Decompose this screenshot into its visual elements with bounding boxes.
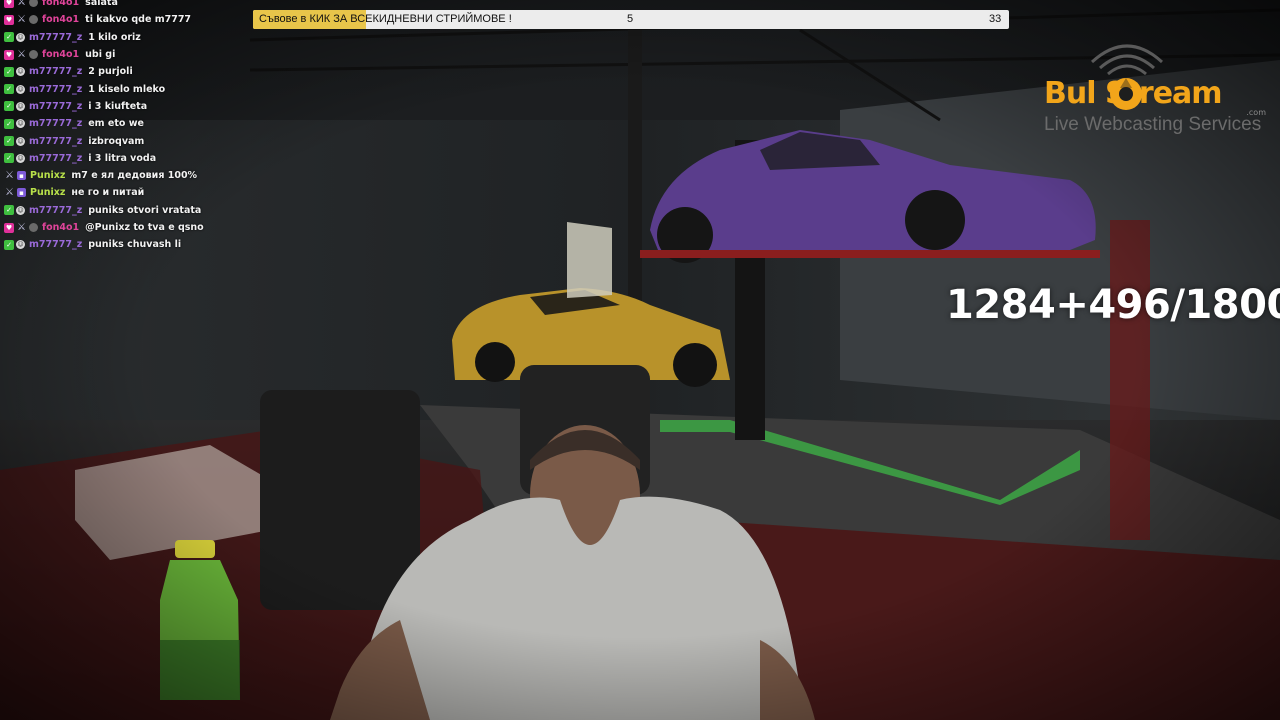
verified-badge-icon: ✓ [4,84,14,95]
chat-text: ubi gi [85,49,116,61]
chat-username[interactable]: fon4o1 [42,0,79,8]
heart-badge-icon: ♥ [4,222,14,233]
chat-username[interactable]: m77777_z [29,84,82,95]
verified-badge-icon: ✓ [4,118,14,129]
emote-badge-icon: ☺ [16,32,25,42]
chat-message: ✓ ☺ m77777_z puniks chuvash li [4,236,244,253]
aperture-icon [1110,78,1142,110]
heart-badge-icon: ♥ [4,49,14,60]
chat-username[interactable]: m77777_z [29,118,82,129]
moderator-badge-icon [29,0,38,8]
chat-username[interactable]: m77777_z [29,153,82,164]
chat-username[interactable]: m77777_z [29,136,82,147]
emote-badge-icon: ☺ [16,153,25,163]
chat-overlay: ♥ ⚔ fon4o1 salata ♥ ⚔ fon4o1 ti kakvo qde m7777… [4,0,244,253]
emote-badge-icon: ☺ [16,67,25,77]
sword-badge-icon: ⚔ [17,222,26,233]
emote-badge-icon: ☺ [16,136,25,146]
poll-left-count: 5 [627,13,634,25]
gift-badge-icon: ▪ [17,171,26,181]
emote-badge-icon: ☺ [16,240,25,250]
verified-badge-icon: ✓ [4,239,14,250]
verified-badge-icon: ✓ [4,66,14,77]
chat-text: ti kakvo qde m7777 [85,14,192,26]
chat-message: ♥ ⚔ fon4o1 ti kakvo qde m7777 [4,11,244,28]
heart-badge-icon: ♥ [4,14,14,25]
chat-text: 2 purjoli [88,66,133,78]
chat-text: i 3 litra voda [88,152,157,164]
chat-message: ✓ ☺ m77777_z izbroqvam [4,132,244,149]
chat-message: ✓ ☺ m77777_z 2 purjoli [4,63,244,80]
chat-text: i 3 kiufteta [88,100,148,112]
sword-badge-icon: ⚔ [5,187,14,199]
poll-text: Съвове в КИК ЗА ВСЕКИДНЕВНИ СТРИЙМОВЕ ! [259,13,512,25]
sword-badge-icon: ⚔ [17,49,26,61]
poll-bar: Съвове в КИК ЗА ВСЕКИДНЕВНИ СТРИЙМОВЕ ! … [253,10,1009,29]
chat-text: em eto we [88,118,144,130]
moderator-badge-icon [29,15,38,25]
chat-username[interactable]: m77777_z [29,239,82,250]
logo-subtitle: Live Webcasting Services [1044,114,1262,135]
chat-text: salata [85,0,118,9]
chat-text: 1 kiselo mleko [88,83,166,95]
chat-message: ✓ ☺ m77777_z 1 kiselo mleko [4,80,244,97]
chat-text: @Punixz to tva e qsno [85,222,204,233]
chat-message: ✓ ☺ m77777_z puniks otvori vratata [4,202,244,219]
sword-badge-icon: ⚔ [5,170,14,182]
chat-message: ♥ ⚔ fon4o1 ubi gi [4,46,244,63]
verified-badge-icon: ✓ [4,32,14,43]
sword-badge-icon: ⚔ [17,0,26,9]
chat-username[interactable]: m77777_z [29,101,82,112]
chat-text: izbroqvam [88,135,145,147]
chat-message: ⚔ ▪ Punixz m7 е ял дедовия 100% [4,167,244,184]
chat-username[interactable]: fon4o1 [42,222,79,233]
chat-text: puniks otvori vratata [88,204,202,216]
emote-badge-icon: ☺ [16,205,25,215]
chat-username[interactable]: m77777_z [29,66,82,77]
chat-message: ✓ ☺ m77777_z i 3 kiufteta [4,98,244,115]
gift-badge-icon: ▪ [17,188,26,198]
counter-overlay: 1284+496/1800 [946,282,1280,328]
moderator-badge-icon [29,223,38,232]
emote-badge-icon: ☺ [16,119,25,129]
verified-badge-icon: ✓ [4,153,14,164]
chat-username[interactable]: Punixz [30,187,65,198]
moderator-badge-icon [29,50,38,60]
emote-badge-icon: ☺ [16,101,25,111]
chat-username[interactable]: Punixz [30,170,65,181]
chat-message: ✓ ☺ m77777_z 1 kilo oriz [4,29,244,46]
verified-badge-icon: ✓ [4,205,14,216]
chat-text: не го и питай [71,187,145,199]
heart-badge-icon: ♥ [4,0,14,8]
verified-badge-icon: ✓ [4,101,14,112]
chat-message: ♥ ⚔ fon4o1 @Punixz to tva e qsno [4,219,244,236]
bulstream-logo: Bul Stream .com Live Webcasting Services [1040,30,1280,140]
chat-text: puniks chuvash li [88,239,182,251]
verified-badge-icon: ✓ [4,136,14,147]
chat-text: m7 е ял дедовия 100% [71,170,198,182]
chat-text: 1 kilo oriz [88,31,141,43]
chat-username[interactable]: m77777_z [29,205,82,216]
chat-username[interactable]: fon4o1 [42,14,79,25]
chat-message: ✓ ☺ m77777_z i 3 litra voda [4,150,244,167]
chat-username[interactable]: m77777_z [29,32,82,43]
chat-message: ♥ ⚔ fon4o1 salata [4,0,244,11]
sword-badge-icon: ⚔ [17,14,26,26]
chat-message: ⚔ ▪ Punixz не го и питай [4,184,244,201]
emote-badge-icon: ☺ [16,84,25,94]
poll-right-count: 33 [989,13,1002,25]
chat-message: ✓ ☺ m77777_z em eto we [4,115,244,132]
chat-username[interactable]: fon4o1 [42,49,79,60]
